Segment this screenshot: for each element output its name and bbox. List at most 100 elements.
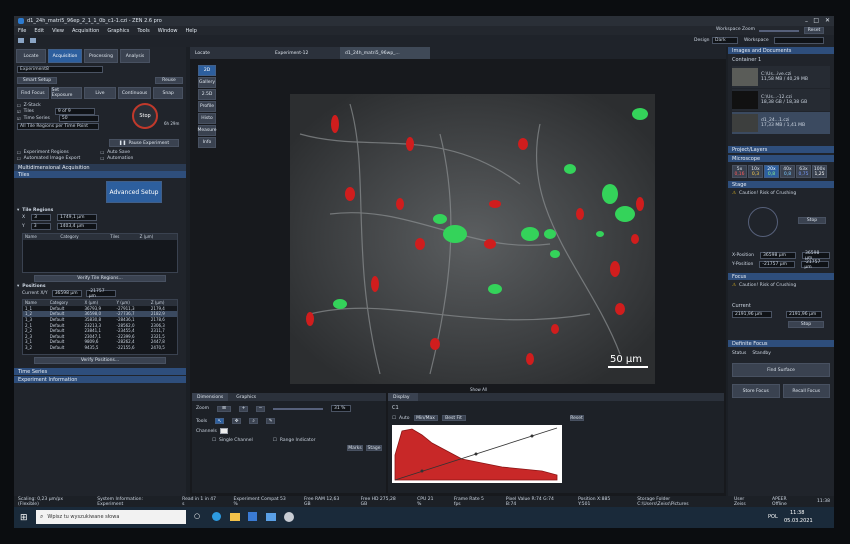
- save-icon[interactable]: [30, 38, 36, 43]
- task-view-icon[interactable]: ○: [194, 512, 200, 520]
- auto-export-option[interactable]: ☐ Automated Image Export: [17, 156, 100, 161]
- tile-order-select[interactable]: All Tile Regions per Time Point: [17, 123, 99, 130]
- tiles-option[interactable]: ☑ Tiles 9 of 9: [17, 108, 183, 115]
- draw-tool-icon[interactable]: ✎: [266, 418, 276, 424]
- objective-5x[interactable]: 5x 0,16: [732, 165, 747, 178]
- live-button[interactable]: Live: [84, 87, 116, 99]
- show-all-toggle[interactable]: Show All: [470, 387, 487, 392]
- tab-dimensions[interactable]: Dimensions: [192, 393, 229, 401]
- automation-option[interactable]: ☐ Automation: [101, 156, 184, 161]
- timeseries-option[interactable]: ☑ Time Series 50: [17, 115, 183, 122]
- menu-edit[interactable]: Edit: [34, 28, 44, 34]
- continuous-button[interactable]: Continuous: [117, 87, 152, 99]
- histogram[interactable]: [392, 425, 562, 483]
- multidim-section-header[interactable]: Multidimensional Acquisition: [14, 164, 186, 171]
- smart-setup-button[interactable]: Smart Setup: [17, 77, 57, 84]
- tab-processing[interactable]: Processing: [84, 49, 118, 63]
- experiment-info-section-header[interactable]: Experiment Information: [14, 376, 186, 383]
- design-select[interactable]: Dark: [712, 37, 738, 44]
- tab-graphics[interactable]: Graphics: [231, 393, 261, 401]
- pan-tool-icon[interactable]: ✥: [232, 418, 242, 424]
- images-docs-header[interactable]: Images and Documents: [728, 47, 834, 54]
- microscope-image[interactable]: 50 µm: [290, 94, 655, 384]
- zen-taskbar-icon[interactable]: [284, 512, 294, 522]
- pointer-tool-icon[interactable]: ↖: [215, 418, 225, 424]
- x-position-field[interactable]: 36598 µm: [760, 252, 797, 259]
- view-histo-button[interactable]: Histo: [198, 113, 216, 124]
- focus-header[interactable]: Focus: [728, 273, 834, 280]
- zoom-fit-button[interactable]: ⊞: [216, 405, 231, 412]
- view-profile-button[interactable]: Profile: [198, 101, 216, 112]
- mail-icon[interactable]: [266, 513, 276, 521]
- open-icon[interactable]: [18, 38, 24, 43]
- workspace-reset-button[interactable]: Reset: [804, 27, 824, 34]
- store-focus-button[interactable]: Store Focus: [732, 384, 780, 398]
- minimize-icon[interactable]: –: [805, 18, 808, 25]
- range-indicator-option[interactable]: ☐ Range Indicator: [273, 438, 316, 443]
- minmax-button[interactable]: Min/Max: [413, 415, 438, 421]
- recall-focus-button[interactable]: Recall Focus: [782, 384, 830, 398]
- workspace-select[interactable]: [774, 37, 824, 44]
- view-2d-button[interactable]: 2D: [198, 65, 216, 76]
- edge-icon[interactable]: [212, 512, 221, 521]
- tab-locate[interactable]: Locate: [16, 49, 46, 63]
- objective-20x[interactable]: 20x 0,8: [764, 165, 779, 178]
- stage-header[interactable]: Stage: [728, 181, 834, 188]
- objective-63x[interactable]: 63x 0,75: [796, 165, 811, 178]
- set-exposure-button[interactable]: Set Exposure: [50, 87, 83, 99]
- tiles-section-header[interactable]: Tiles: [14, 171, 186, 178]
- zoom-in-icon[interactable]: +: [238, 405, 248, 412]
- stage-joystick[interactable]: [748, 207, 778, 237]
- menu-help[interactable]: Help: [185, 28, 196, 34]
- verify-tile-regions-button[interactable]: Verify Tile Regions...: [34, 275, 166, 282]
- zoom-value-field[interactable]: 31 %: [330, 405, 351, 412]
- experiment-select[interactable]: Experiment8: [17, 66, 103, 73]
- region-col-category[interactable]: Category: [58, 234, 109, 240]
- auto-option[interactable]: ☐ Auto: [392, 416, 410, 421]
- workspace-zoom-slider[interactable]: [759, 30, 799, 32]
- x-position-target[interactable]: 36598 µm: [802, 251, 831, 261]
- doc-tab-image[interactable]: d1_24h_matri5_96wp_...: [340, 47, 430, 59]
- focus-set-field[interactable]: 2191,96 µm: [786, 311, 822, 318]
- y-count-field[interactable]: 3: [30, 223, 51, 230]
- document-item[interactable]: C:\Us...ive.czi 11,58 MB / 40,29 MB: [732, 66, 830, 88]
- view-measure-button[interactable]: Measure: [197, 125, 217, 136]
- menu-tools[interactable]: Tools: [137, 28, 149, 34]
- menu-window[interactable]: Window: [158, 28, 178, 34]
- menu-acquisition[interactable]: Acquisition: [72, 28, 99, 34]
- zoom-tool-icon[interactable]: ⌕: [249, 418, 259, 424]
- document-item[interactable]: d1_24...1.czi 17,33 MB / 1,41 MB: [732, 112, 830, 134]
- single-channel-option[interactable]: ☐ Single Channel: [212, 438, 253, 443]
- microscope-header[interactable]: Microscope: [728, 155, 834, 162]
- region-col-z[interactable]: Z (µm): [137, 234, 177, 240]
- zoom-out-icon[interactable]: −: [255, 405, 265, 412]
- tab-display[interactable]: Display: [388, 393, 418, 401]
- table-row[interactable]: 3_2 Default 9435,5 -22155,6 2470,5: [23, 345, 177, 351]
- x-count-field[interactable]: 3: [31, 214, 52, 221]
- objective-40x[interactable]: 40x 0,8: [780, 165, 795, 178]
- channel-c1-swatch[interactable]: [219, 428, 228, 434]
- auto-save-option[interactable]: ☐ Auto Save: [101, 150, 184, 155]
- maximize-icon[interactable]: □: [813, 17, 819, 24]
- language-indicator[interactable]: POL: [768, 514, 778, 520]
- projects-header[interactable]: Project/Layers: [728, 146, 834, 153]
- time-series-section-header[interactable]: Time Series: [14, 368, 186, 375]
- y-position-target[interactable]: -21757 µm: [801, 260, 830, 270]
- status-system-info[interactable]: System Information: Experiment: [97, 497, 166, 507]
- document-item[interactable]: C:\Us...-12.czi 18,38 GB / 18,38 GB: [732, 89, 830, 111]
- zoom-slider[interactable]: [272, 407, 323, 410]
- view-gallery-button[interactable]: Gallery: [198, 77, 216, 88]
- reuse-button[interactable]: Reuse: [155, 77, 183, 84]
- menu-file[interactable]: File: [18, 28, 26, 34]
- doc-tab-locate[interactable]: Locate: [190, 47, 270, 59]
- file-explorer-icon[interactable]: [230, 513, 240, 521]
- tab-analysis[interactable]: Analysis: [120, 49, 150, 63]
- stage-stop-button[interactable]: Stop: [798, 217, 826, 224]
- verify-positions-button[interactable]: Verify Positions...: [34, 357, 166, 364]
- find-surface-button[interactable]: Find Surface: [732, 363, 830, 377]
- taskbar-search[interactable]: ⌕ Wpisz tu wyszukiwane słowa: [36, 510, 186, 524]
- view-25d-button[interactable]: 2.5D: [198, 89, 216, 100]
- y-position-field[interactable]: -21757 µm: [759, 261, 796, 268]
- pause-experiment-button[interactable]: ❚❚ Pause Experiment: [109, 139, 179, 147]
- focus-stop-button[interactable]: Stop: [788, 321, 824, 328]
